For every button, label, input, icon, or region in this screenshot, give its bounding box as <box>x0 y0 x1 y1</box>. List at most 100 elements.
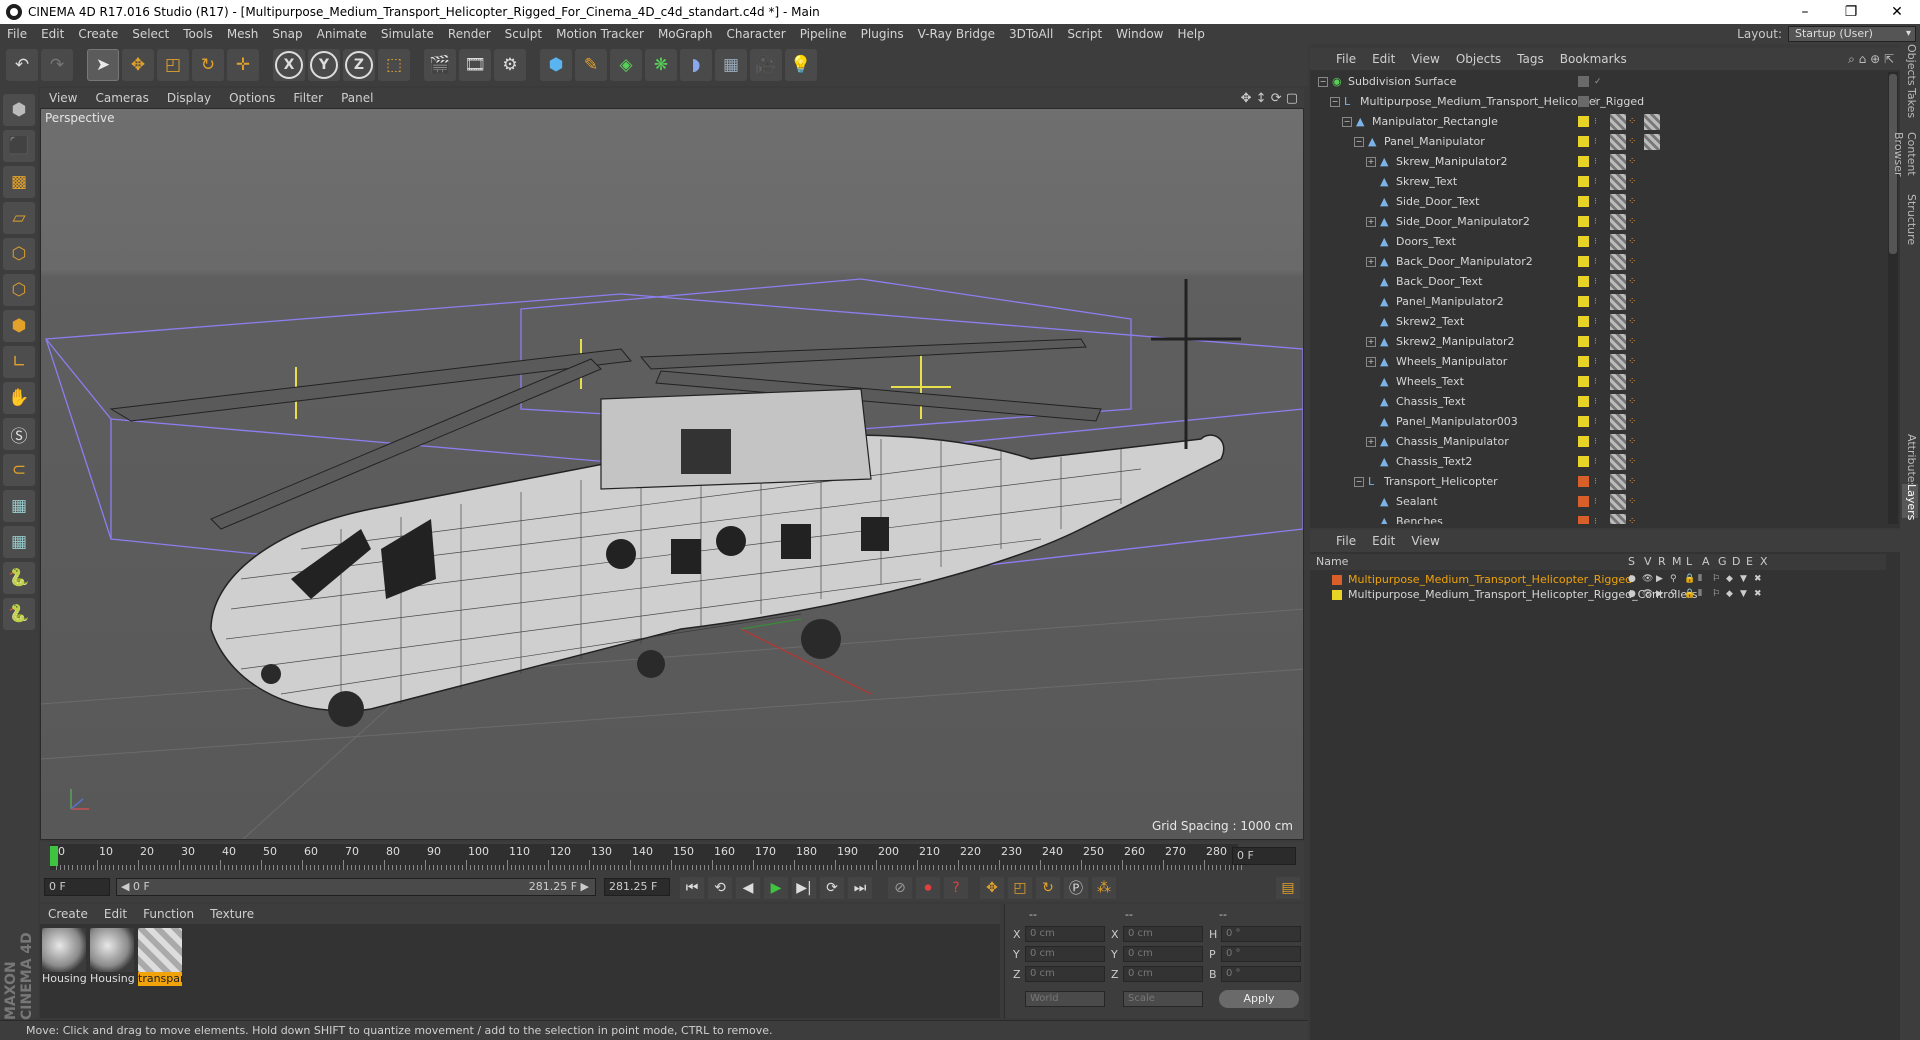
visibility-toggle-icon[interactable]: ⁝ <box>1594 372 1597 392</box>
visibility-toggle-icon[interactable]: ⁝ <box>1594 512 1597 524</box>
layer-flag-icon[interactable]: ▶ <box>1656 572 1663 587</box>
layer-header-a[interactable]: A <box>1702 554 1710 570</box>
menu-select[interactable]: Select <box>125 27 176 41</box>
x-axis-icon[interactable]: X <box>273 49 305 81</box>
menu-snap[interactable]: Snap <box>265 27 309 41</box>
viewport-menu-options[interactable]: Options <box>220 91 284 105</box>
menu-simulate[interactable]: Simulate <box>374 27 441 41</box>
layer-header-g[interactable]: G <box>1718 554 1727 570</box>
material-transparent[interactable]: transpar <box>138 928 182 988</box>
visibility-toggle-icon[interactable]: ⁝ <box>1594 392 1597 412</box>
layer-color-swatch[interactable] <box>1578 116 1589 127</box>
edit-render-settings-icon[interactable]: ⚙ <box>494 49 526 81</box>
texture-tag-icon[interactable] <box>1644 134 1660 150</box>
texture-tag-icon[interactable] <box>1610 374 1626 390</box>
layout-dropdown[interactable]: Startup (User) <box>1788 26 1916 42</box>
layer-flag-icon[interactable]: 🔒 <box>1684 587 1695 602</box>
layer-color-swatch[interactable] <box>1578 376 1589 387</box>
cube-icon[interactable]: ⬢ <box>540 49 572 81</box>
material-menu-function[interactable]: Function <box>135 907 202 921</box>
next-key-icon[interactable]: ⟳ <box>820 877 844 899</box>
go-to-end-icon[interactable]: ⏭ <box>848 877 872 899</box>
layer-color-swatch[interactable] <box>1578 476 1589 487</box>
visibility-toggle-icon[interactable]: ⁝ <box>1594 352 1597 372</box>
xpresso-tag-icon[interactable]: ⁘ <box>1628 114 1640 130</box>
model-mode-icon[interactable]: ⬛ <box>3 130 35 162</box>
layer-flag-icon[interactable]: ⚐ <box>1712 587 1720 602</box>
layer-color-swatch[interactable] <box>1332 575 1342 585</box>
visibility-toggle-icon[interactable]: ⁝ <box>1594 452 1597 472</box>
visibility-toggle-icon[interactable]: ⁝ <box>1594 192 1597 212</box>
magnet-icon[interactable]: ⊂ <box>3 454 35 486</box>
edges-mode-icon[interactable]: ⬡ <box>3 274 35 306</box>
rotate-icon[interactable]: ↻ <box>192 49 224 81</box>
visibility-toggle-icon[interactable]: ⁝ <box>1594 252 1597 272</box>
texture-tag-icon[interactable] <box>1610 134 1626 150</box>
object-row[interactable]: ▲ Wheels_Text ⁝ ⁘ <box>1310 372 1886 392</box>
side-tab-objects[interactable]: Objects <box>1902 44 1918 86</box>
size-mode-dropdown[interactable]: Scale <box>1123 991 1203 1007</box>
motion-record-icon[interactable]: ⊘ <box>888 877 912 899</box>
viewport-menu-filter[interactable]: Filter <box>284 91 332 105</box>
select-arrow-icon[interactable]: ➤ <box>87 49 119 81</box>
tweak-mode-icon[interactable]: ✋ <box>3 382 35 414</box>
visibility-toggle-icon[interactable]: ⁝ <box>1594 132 1597 152</box>
maximize-button[interactable]: ❐ <box>1828 0 1874 24</box>
close-button[interactable]: ✕ <box>1874 0 1920 24</box>
xpresso-tag-icon[interactable]: ⁘ <box>1628 294 1640 310</box>
layer-flag-icon[interactable]: ● <box>1628 572 1636 587</box>
axis-mode-icon[interactable]: ∟ <box>3 346 35 378</box>
sculpt-grid-icon[interactable]: ▦ <box>3 490 35 522</box>
object-row[interactable]: − ▲ Panel_Manipulator ⁝ ⁘ <box>1310 132 1886 152</box>
layer-flag-icon[interactable]: ⦀ <box>1698 572 1702 587</box>
pen-icon[interactable]: ✎ <box>575 49 607 81</box>
layer-color-swatch[interactable] <box>1578 196 1589 207</box>
minimize-button[interactable]: – <box>1782 0 1828 24</box>
coordinate-system-icon[interactable]: ⬚ <box>378 49 410 81</box>
object-menu-objects[interactable]: Objects <box>1448 52 1509 66</box>
xpresso-tag-icon[interactable]: ⁘ <box>1628 154 1640 170</box>
layer-row[interactable]: Multipurpose_Medium_Transport_Helicopter… <box>1310 587 1886 602</box>
side-tab-takes[interactable]: Takes <box>1902 88 1918 118</box>
layer-color-swatch[interactable] <box>1578 236 1589 247</box>
menu-window[interactable]: Window <box>1109 27 1170 41</box>
coordinate-space-dropdown[interactable]: World <box>1025 991 1105 1007</box>
camera-icon[interactable]: 🎥 <box>750 49 782 81</box>
menu-mograph[interactable]: MoGraph <box>651 27 720 41</box>
object-row[interactable]: ▲ Benches ⁝ ⁘ <box>1310 512 1886 524</box>
record-active-objects-icon[interactable]: ⏺ <box>916 877 940 899</box>
menu-vray-bridge[interactable]: V-Ray Bridge <box>911 27 1002 41</box>
layer-flag-icon[interactable]: ✖ <box>1754 572 1762 587</box>
position-z-field[interactable]: 0 cm <box>1025 966 1105 982</box>
autokeying-icon[interactable]: ? <box>944 877 968 899</box>
size-z-field[interactable]: 0 cm <box>1123 966 1203 982</box>
object-row[interactable]: ▲ Sealant ⁝ ⁘ <box>1310 492 1886 512</box>
xpresso-tag-icon[interactable]: ⁘ <box>1628 454 1640 470</box>
object-row[interactable]: − L Transport_Helicopter ⁝ ⁘ <box>1310 472 1886 492</box>
z-axis-icon[interactable]: Z <box>343 49 375 81</box>
size-y-field[interactable]: 0 cm <box>1123 946 1203 962</box>
visibility-toggle-icon[interactable]: ⁝ <box>1594 412 1597 432</box>
python-script-icon[interactable]: 🐍 <box>3 598 35 630</box>
texture-tag-icon[interactable] <box>1610 234 1626 250</box>
material-housing-2[interactable]: Housing <box>90 928 134 988</box>
xpresso-tag-icon[interactable]: ⁘ <box>1628 374 1640 390</box>
redo-icon[interactable]: ↷ <box>41 49 73 81</box>
timeline[interactable]: 0 10 20 30 40 50 60 70 80 90 100 110 120 130 140 150 160… <box>40 842 1304 872</box>
layer-color-swatch[interactable] <box>1578 136 1589 147</box>
menu-animate[interactable]: Animate <box>310 27 374 41</box>
workplane-mode-icon[interactable]: ▱ <box>3 202 35 234</box>
object-row[interactable]: + ▲ Chassis_Manipulator ⁝ ⁘ <box>1310 432 1886 452</box>
visibility-toggle-icon[interactable]: ⁝ <box>1594 212 1597 232</box>
xpresso-tag-icon[interactable]: ⁘ <box>1628 334 1640 350</box>
layer-flag-icon[interactable]: ● <box>1628 587 1636 602</box>
menu-file[interactable]: File <box>0 27 34 41</box>
object-row[interactable]: + ▲ Skrew2_Manipulator2 ⁝ ⁘ <box>1310 332 1886 352</box>
subdivision-icon[interactable]: ◈ <box>610 49 642 81</box>
visibility-toggle-icon[interactable]: ⁝ <box>1594 92 1597 112</box>
layer-header-name[interactable]: Name <box>1316 554 1348 570</box>
layer-color-swatch[interactable] <box>1332 590 1342 600</box>
texture-tag-icon[interactable] <box>1610 414 1626 430</box>
xpresso-tag-icon[interactable]: ⁘ <box>1628 434 1640 450</box>
object-row[interactable]: ▲ Panel_Manipulator2 ⁝ ⁘ <box>1310 292 1886 312</box>
